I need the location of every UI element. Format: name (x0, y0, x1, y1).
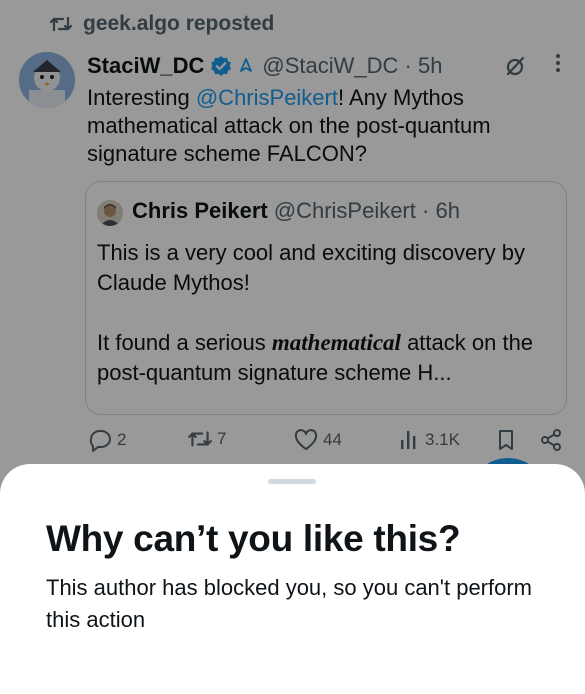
sheet-title: Why can’t you like this? (46, 518, 461, 559)
bottom-sheet: Why can’t you like this? This author has… (0, 464, 585, 694)
sheet-message: This author has blocked you, so you can'… (46, 575, 533, 632)
sheet-drag-handle[interactable] (268, 479, 316, 484)
